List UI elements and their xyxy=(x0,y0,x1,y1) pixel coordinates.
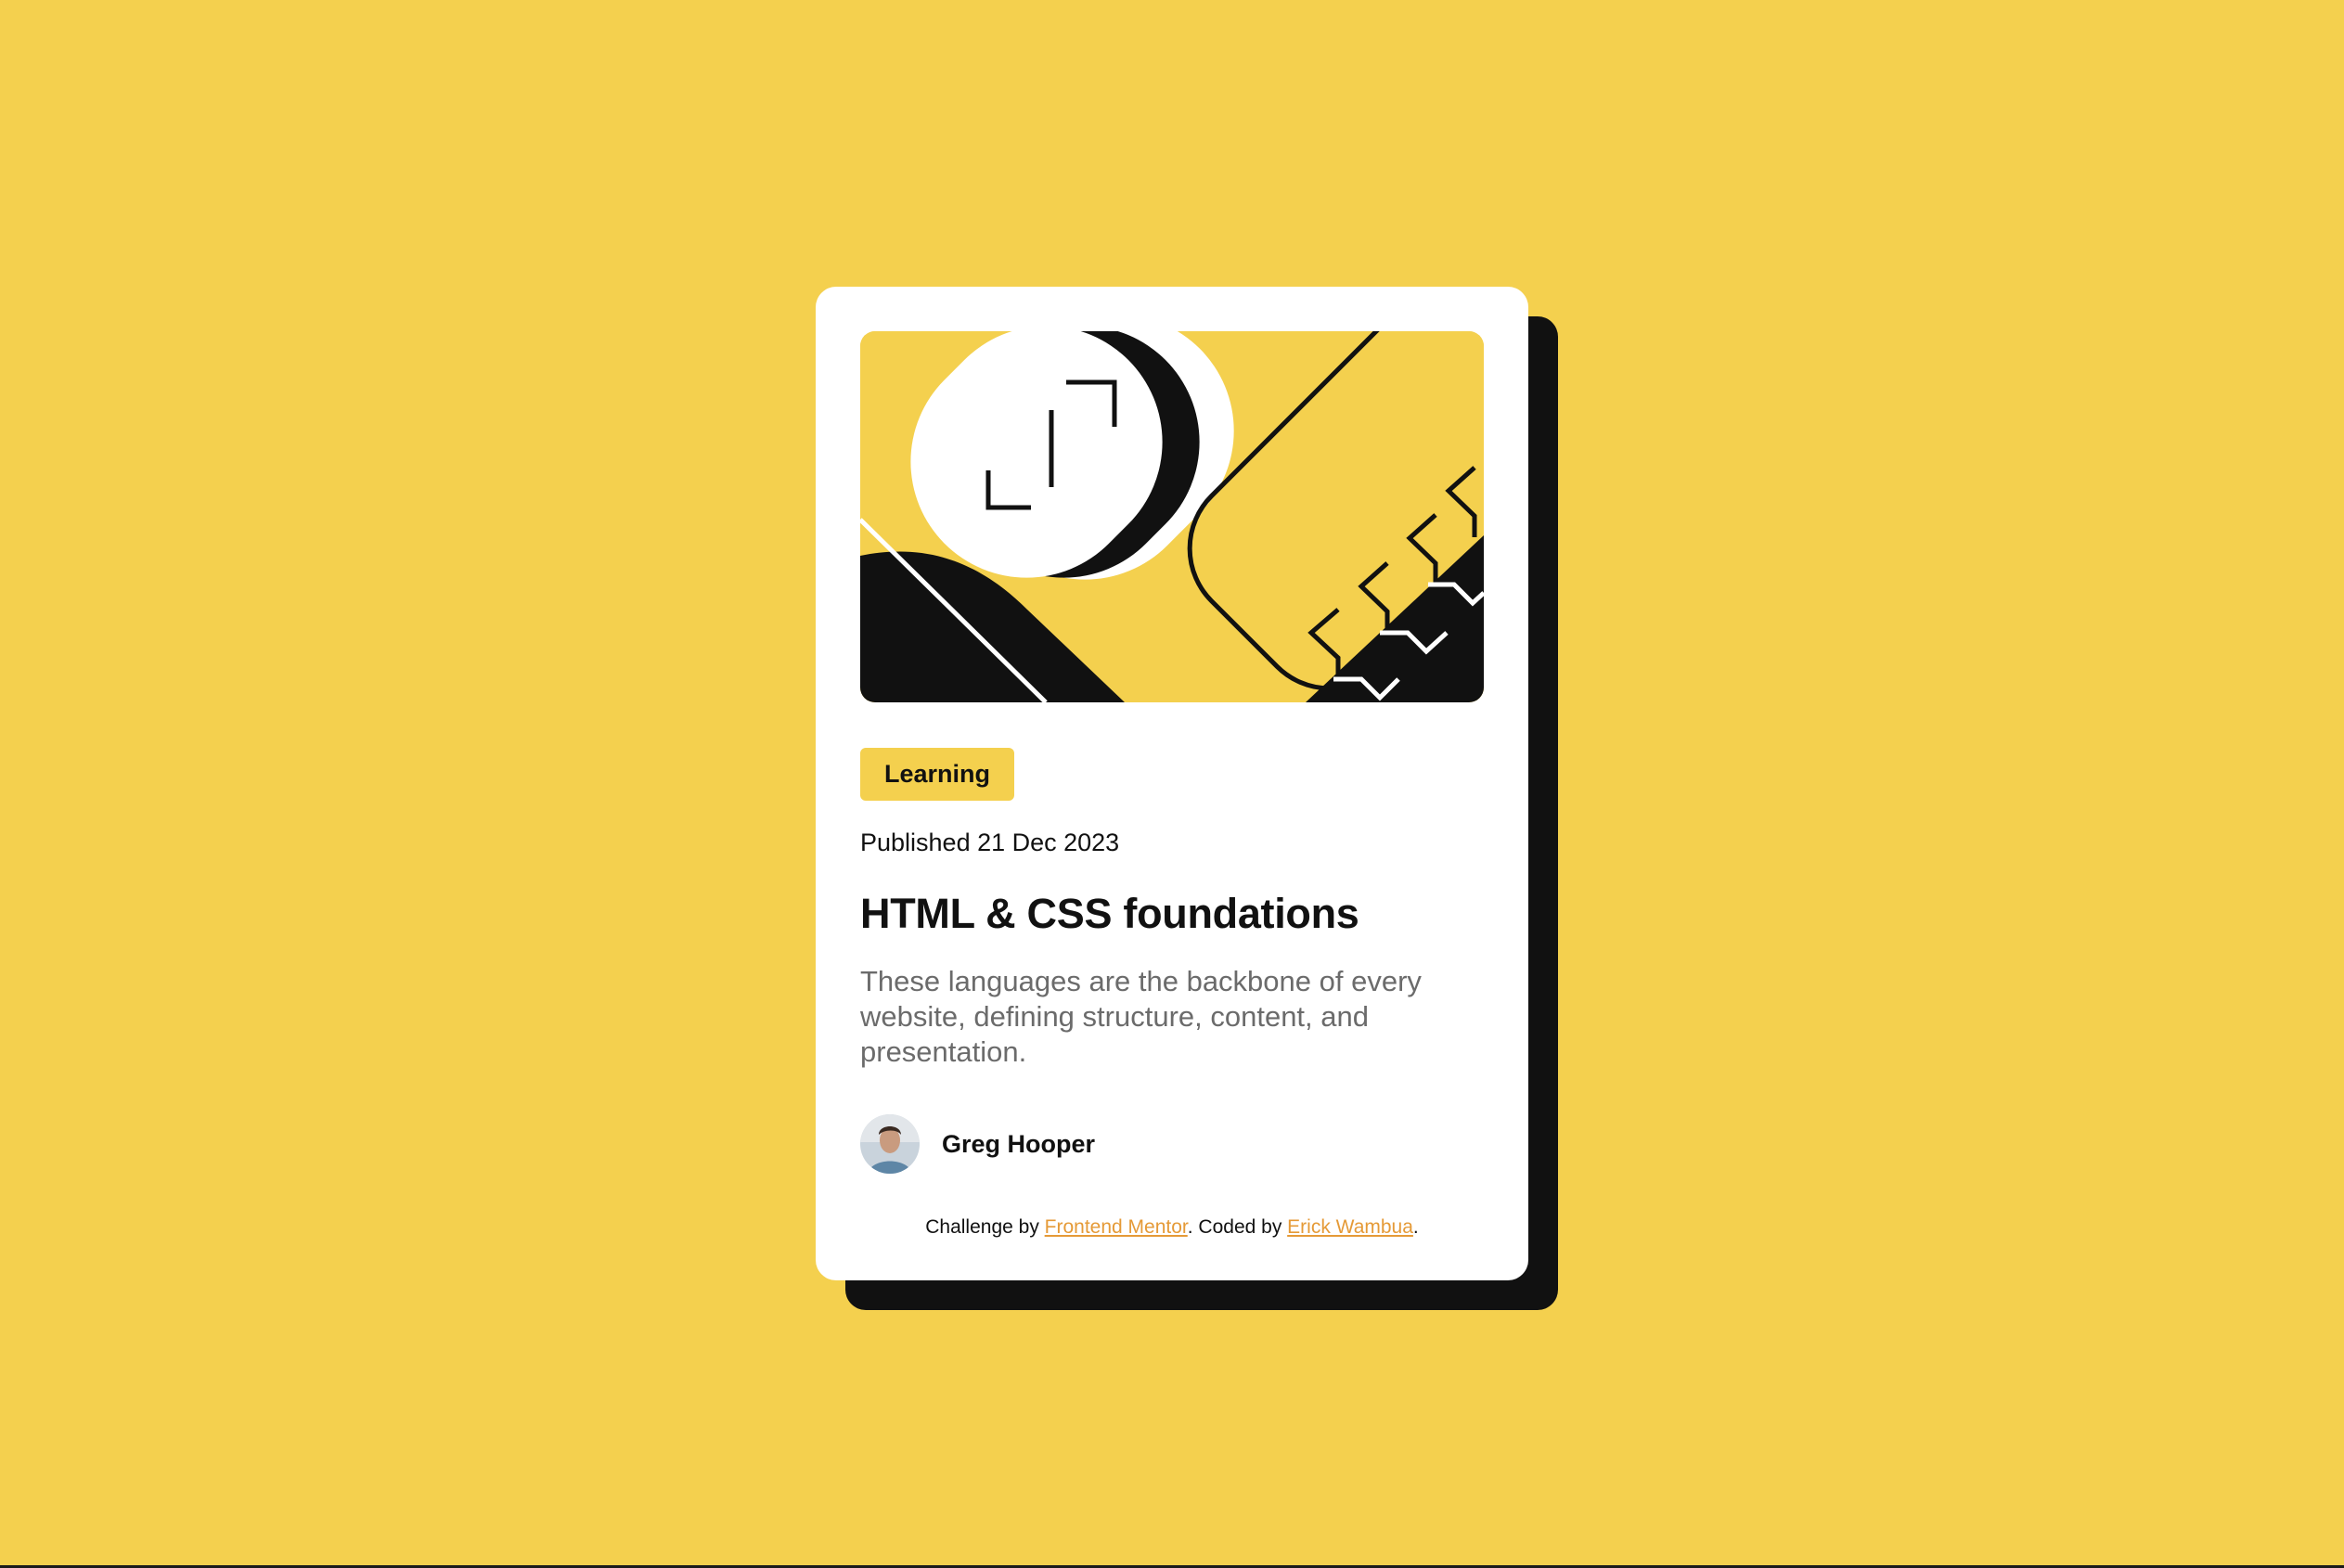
attribution-middle: . Coded by xyxy=(1187,1216,1288,1238)
author-avatar-icon xyxy=(860,1114,920,1174)
category-tag: Learning xyxy=(860,748,1015,801)
author-name[interactable]: Greg Hooper xyxy=(942,1130,1095,1159)
card-description: These languages are the backbone of ever… xyxy=(860,965,1422,1068)
attribution-prefix: Challenge by xyxy=(925,1216,1045,1238)
attribution: Challenge by Frontend Mentor. Coded by E… xyxy=(860,1216,1484,1239)
frontend-mentor-link[interactable]: Frontend Mentor xyxy=(1045,1216,1188,1238)
coder-link[interactable]: Erick Wambua xyxy=(1287,1216,1413,1238)
published-date: Published 21 Dec 2023 xyxy=(860,829,1120,856)
blog-preview-card: Learning Published 21 Dec 2023 HTML & CS… xyxy=(816,287,1528,1280)
author-row: Greg Hooper xyxy=(860,1114,1484,1174)
attribution-suffix: . xyxy=(1412,1216,1419,1238)
abstract-illustration-icon xyxy=(860,331,1484,702)
card-title[interactable]: HTML & CSS foundations xyxy=(860,887,1484,941)
hero-illustration xyxy=(860,331,1484,702)
